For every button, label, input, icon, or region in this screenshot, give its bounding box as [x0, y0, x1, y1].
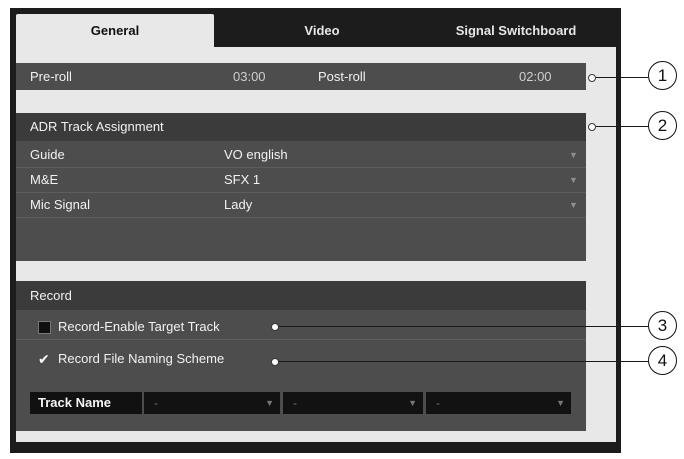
callout-anchor-dot	[271, 323, 279, 331]
callout-anchor-dot	[271, 358, 279, 366]
adr-row-guide: Guide VO english ▼	[16, 143, 586, 168]
timing-row: Pre-roll 03:00 Post-roll 02:00	[16, 65, 586, 89]
adr-row-value[interactable]: VO english	[224, 143, 288, 167]
callout-leader-line	[279, 361, 648, 362]
record-option-label: Record-Enable Target Track	[58, 319, 220, 334]
checkmark-icon[interactable]: ✔	[37, 352, 50, 366]
adr-row-label: M&E	[30, 172, 59, 187]
tab-signal-switchboard[interactable]: Signal Switchboard	[421, 14, 611, 48]
adr-row-label: Mic Signal	[30, 197, 90, 212]
callout-anchor-dot	[588, 123, 596, 131]
callout-leader-line	[596, 77, 648, 78]
naming-slot-1[interactable]: - ▼	[144, 392, 280, 414]
record-header-title: Record	[30, 288, 72, 303]
preroll-label: Pre-roll	[30, 69, 72, 84]
tab-general[interactable]: General	[16, 14, 214, 50]
postroll-value[interactable]: 02:00	[519, 65, 552, 89]
postroll-label: Post-roll	[318, 69, 366, 84]
adr-section: ADR Track Assignment Guide VO english ▼ …	[16, 113, 586, 261]
chevron-down-icon: ▼	[408, 398, 417, 408]
record-section: Record Record-Enable Target Track ✔ Reco…	[16, 281, 586, 431]
naming-scheme-label: Track Name	[30, 392, 142, 414]
preroll-value[interactable]: 03:00	[233, 65, 266, 89]
adr-row-me: M&E SFX 1 ▼	[16, 168, 586, 193]
callout-leader-line	[279, 326, 648, 327]
chevron-down-icon[interactable]: ▼	[569, 143, 578, 167]
callout-marker-2: 2	[648, 111, 677, 140]
adr-row-value[interactable]: Lady	[224, 193, 252, 217]
adr-row-mic-signal: Mic Signal Lady ▼	[16, 193, 586, 218]
tab-video[interactable]: Video	[248, 14, 396, 48]
adr-header: ADR Track Assignment	[16, 113, 586, 141]
timing-section: Pre-roll 03:00 Post-roll 02:00	[16, 63, 586, 90]
chevron-down-icon: ▼	[556, 398, 565, 408]
adr-row-label: Guide	[30, 147, 65, 162]
chevron-down-icon: ▼	[265, 398, 274, 408]
record-option-label: Record File Naming Scheme	[58, 351, 225, 366]
tab-bar: General Video Signal Switchboard	[16, 14, 616, 50]
record-option-enable-target[interactable]: Record-Enable Target Track	[16, 315, 586, 340]
callout-anchor-dot	[588, 74, 596, 82]
callout-marker-4: 4	[648, 346, 677, 375]
adr-row-value[interactable]: SFX 1	[224, 168, 260, 192]
adr-header-title: ADR Track Assignment	[30, 119, 164, 134]
chevron-down-icon[interactable]: ▼	[569, 168, 578, 192]
naming-slot-3[interactable]: - ▼	[426, 392, 571, 414]
record-enable-checkbox[interactable]	[38, 321, 51, 334]
chevron-down-icon[interactable]: ▼	[569, 193, 578, 217]
record-header: Record	[16, 281, 586, 310]
callout-leader-line	[596, 126, 648, 127]
naming-scheme-strip: Track Name - ▼ - ▼ - ▼	[30, 392, 571, 414]
naming-slot-2[interactable]: - ▼	[283, 392, 423, 414]
record-option-naming-scheme[interactable]: ✔ Record File Naming Scheme	[16, 347, 586, 371]
callout-marker-3: 3	[648, 311, 677, 340]
callout-marker-1: 1	[648, 61, 677, 90]
